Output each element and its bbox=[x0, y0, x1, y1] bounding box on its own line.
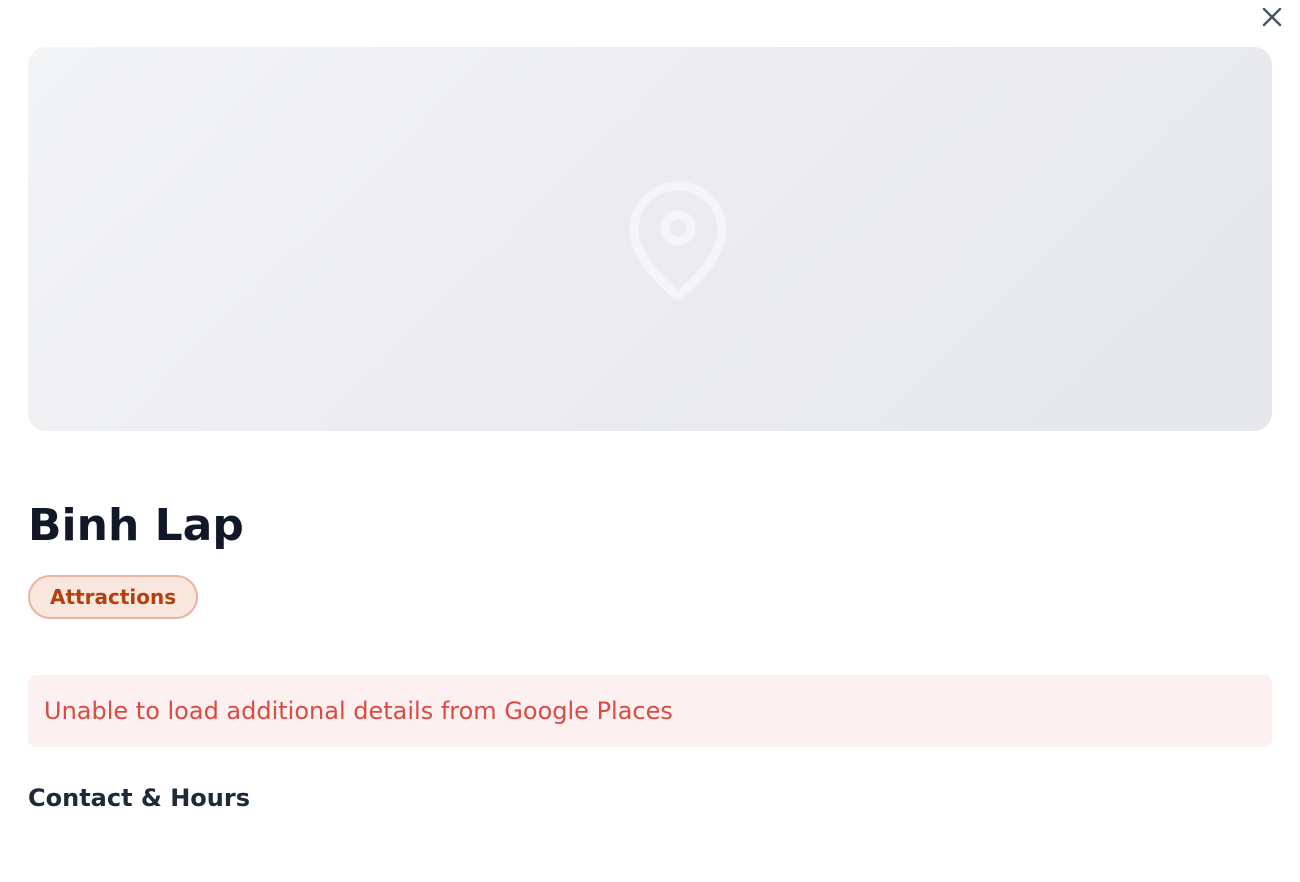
error-message: Unable to load additional details from G… bbox=[44, 697, 673, 725]
place-details-modal: Binh Lap Attractions Unable to load addi… bbox=[0, 0, 1300, 882]
section-title-contact-hours: Contact & Hours bbox=[28, 784, 250, 812]
map-pin-icon bbox=[629, 181, 727, 300]
close-icon bbox=[1262, 7, 1282, 27]
error-alert: Unable to load additional details from G… bbox=[28, 675, 1272, 747]
place-photo-placeholder bbox=[28, 47, 1272, 431]
close-button[interactable] bbox=[1258, 3, 1286, 31]
category-badge: Attractions bbox=[28, 575, 199, 619]
place-title: Binh Lap bbox=[28, 500, 244, 551]
